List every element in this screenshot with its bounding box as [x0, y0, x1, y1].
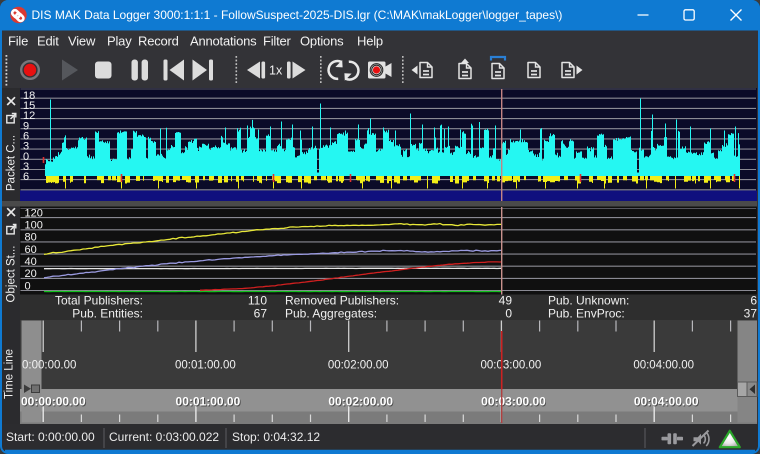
svg-text:0:00:00.00: 0:00:00.00 [22, 360, 76, 372]
svg-text:00:03:00.00: 00:03:00.00 [481, 360, 542, 372]
svg-text:Edit: Edit [37, 34, 59, 49]
svg-text:00:00:00.00: 00:00:00.00 [21, 395, 86, 409]
svg-text:View: View [68, 34, 96, 49]
svg-text:Removed Publishers:: Removed Publishers: [285, 294, 399, 308]
svg-text:Stop: 0:04:32.12: Stop: 0:04:32.12 [232, 430, 320, 444]
svg-text:Play: Play [107, 34, 132, 49]
svg-text:DIS MAK Data Logger 3000:1:1:1: DIS MAK Data Logger 3000:1:1:1 - FollowS… [32, 8, 563, 22]
svg-text:File: File [8, 34, 28, 49]
svg-text:Pub. Entities:: Pub. Entities: [72, 307, 143, 321]
svg-text:Record: Record [138, 34, 179, 49]
svg-text:40: 40 [25, 256, 37, 268]
svg-text:6: 6 [750, 294, 757, 308]
svg-text:Filter: Filter [263, 34, 292, 49]
svg-text:1x: 1x [269, 64, 283, 78]
svg-text:0: 0 [505, 307, 512, 321]
svg-text:00:03:00.00: 00:03:00.00 [481, 395, 546, 409]
svg-text:Start: 0:00:00.00: Start: 0:00:00.00 [6, 430, 95, 444]
svg-text:00:01:00.00: 00:01:00.00 [175, 360, 236, 372]
svg-text:00:02:00.00: 00:02:00.00 [328, 360, 389, 372]
svg-text:67: 67 [254, 307, 268, 321]
svg-text:00:02:00.00: 00:02:00.00 [328, 395, 393, 409]
svg-text:Pub. EnvProc:: Pub. EnvProc: [548, 307, 625, 321]
svg-text:37: 37 [744, 307, 758, 321]
svg-text:Options: Options [300, 34, 344, 49]
svg-text:Current: 0:03:00.022: Current: 0:03:00.022 [109, 430, 219, 444]
svg-text:0: 0 [25, 280, 31, 292]
svg-text:120: 120 [25, 207, 43, 219]
svg-text:00:01:00.00: 00:01:00.00 [176, 395, 241, 409]
svg-text:Object St...: Object St... [6, 246, 18, 303]
svg-text:00:04:00.00: 00:04:00.00 [633, 360, 694, 372]
svg-text:Annotations: Annotations [190, 34, 257, 49]
svg-text:100: 100 [25, 220, 43, 232]
svg-text:Pub. Aggregates:: Pub. Aggregates: [285, 307, 377, 321]
svg-text:Time Line: Time Line [4, 349, 16, 399]
svg-text:80: 80 [25, 232, 37, 244]
svg-text:110: 110 [248, 294, 267, 308]
svg-text:20: 20 [25, 268, 37, 280]
svg-text:Pub. Unknown:: Pub. Unknown: [548, 294, 629, 308]
svg-text:00:04:00.00: 00:04:00.00 [634, 395, 699, 409]
svg-text:60: 60 [25, 244, 37, 256]
svg-text:Packet C...: Packet C... [6, 135, 18, 191]
svg-text:Help: Help [357, 34, 383, 49]
svg-text:Total Publishers:: Total Publishers: [55, 294, 143, 308]
svg-text:49: 49 [499, 294, 513, 308]
svg-text:6: 6 [23, 171, 29, 183]
